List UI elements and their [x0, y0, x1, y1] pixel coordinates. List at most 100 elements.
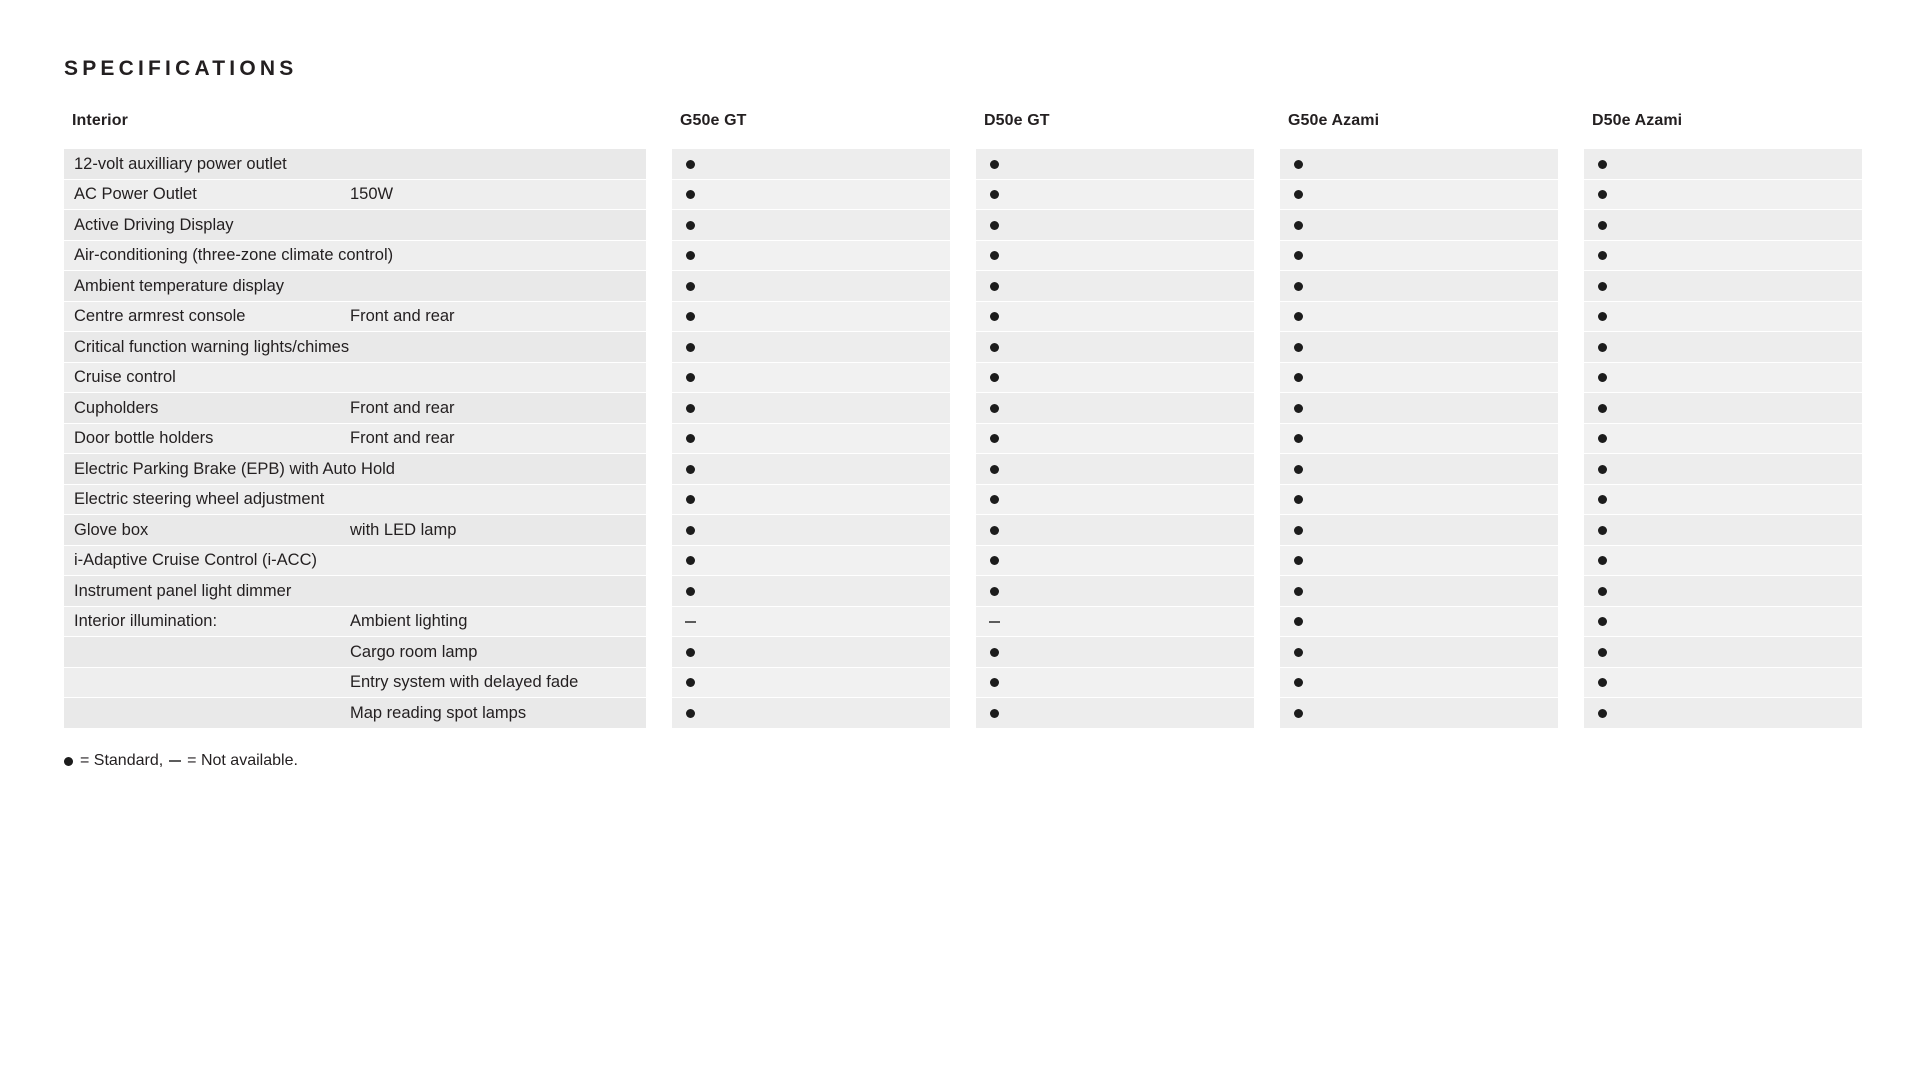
value-cell-d50e-azami — [1584, 240, 1862, 271]
value-marker — [976, 698, 1012, 729]
standard-dot-icon — [685, 678, 695, 688]
value-marker — [672, 485, 708, 516]
value-cell-g50e-gt — [672, 545, 950, 576]
row-feature-label: i-Adaptive Cruise Control (i-ACC) — [74, 551, 317, 570]
standard-dot-icon — [989, 434, 999, 444]
row-feature-label: Cruise control — [74, 368, 176, 387]
standard-dot-icon — [1293, 464, 1303, 474]
standard-dot-icon — [685, 495, 695, 505]
value-cell-g50e-gt — [672, 301, 950, 332]
standard-dot-icon — [1293, 495, 1303, 505]
row-feature-label: Ambient temperature display — [74, 276, 285, 295]
value-marker — [1280, 454, 1316, 485]
value-marker — [672, 180, 708, 211]
value-cell-g50e-azami — [1280, 423, 1558, 454]
value-cell-g50e-gt — [672, 423, 950, 454]
value-marker — [1584, 668, 1620, 699]
column-header-g50e-azami: G50e Azami — [1288, 112, 1380, 129]
value-marker — [1584, 637, 1620, 668]
standard-dot-icon — [1597, 403, 1607, 413]
value-marker — [1584, 515, 1620, 546]
value-cell-d50e-gt — [976, 423, 1254, 454]
value-cell-d50e-gt — [976, 393, 1254, 424]
standard-dot-icon — [989, 373, 999, 383]
value-marker — [672, 271, 708, 302]
standard-dot-icon — [685, 403, 695, 413]
value-cell-d50e-gt — [976, 149, 1254, 180]
standard-dot-icon — [989, 525, 999, 535]
standard-dot-icon — [1293, 617, 1303, 627]
standard-dot-icon — [1293, 525, 1303, 535]
legend: = Standard, = Not available. — [64, 752, 298, 770]
value-marker — [1280, 668, 1316, 699]
value-cell-g50e-gt — [672, 332, 950, 363]
standard-dot-icon — [685, 220, 695, 230]
standard-dot-icon — [1293, 251, 1303, 261]
value-cell-g50e-azami — [1280, 210, 1558, 241]
value-cell-d50e-azami — [1584, 149, 1862, 180]
row-feature-label: Air-conditioning (three-zone climate con… — [74, 246, 394, 265]
legend-standard-dot-icon — [64, 756, 73, 766]
value-marker — [1584, 271, 1620, 302]
standard-dot-icon — [1293, 647, 1303, 657]
row-feature-label: Electric steering wheel adjustment — [74, 490, 325, 509]
value-marker — [1280, 180, 1316, 211]
value-marker — [976, 668, 1012, 699]
value-cell-d50e-azami — [1584, 301, 1862, 332]
value-cell-d50e-azami — [1584, 545, 1862, 576]
value-cell-g50e-gt — [672, 271, 950, 302]
value-marker — [1280, 576, 1316, 607]
row-feature-label: Interior illumination: — [74, 612, 218, 631]
standard-dot-icon — [1597, 312, 1607, 322]
value-cell-g50e-gt — [672, 454, 950, 485]
row-feature-label: Critical function warning lights/chimes — [74, 337, 350, 356]
value-cell-g50e-azami — [1280, 179, 1558, 211]
value-marker — [976, 546, 1012, 577]
value-marker — [1280, 485, 1316, 516]
row-feature-label: Active Driving Display — [74, 215, 234, 234]
value-cell-d50e-azami — [1584, 454, 1862, 485]
standard-dot-icon — [1293, 373, 1303, 383]
value-cell-g50e-gt — [672, 667, 950, 698]
value-marker — [1280, 149, 1316, 180]
value-cell-d50e-gt — [976, 271, 1254, 302]
value-cell-d50e-azami — [1584, 362, 1862, 393]
value-marker — [976, 363, 1012, 394]
standard-dot-icon — [989, 251, 999, 261]
standard-dot-icon — [1597, 464, 1607, 474]
standard-dot-icon — [1597, 434, 1607, 444]
standard-dot-icon — [1293, 403, 1303, 413]
column-header-d50e-gt: D50e GT — [984, 112, 1050, 129]
value-marker — [976, 576, 1012, 607]
value-marker — [1584, 424, 1620, 455]
not-available-dash-icon — [988, 621, 1000, 623]
standard-dot-icon — [1293, 678, 1303, 688]
value-marker — [976, 241, 1012, 272]
value-cell-g50e-gt — [672, 179, 950, 211]
column-gutter-3 — [1558, 149, 1584, 729]
value-marker — [976, 180, 1012, 211]
column-header-d50e-azami: D50e Azami — [1592, 112, 1683, 129]
standard-dot-icon — [989, 281, 999, 291]
standard-dot-icon — [989, 220, 999, 230]
standard-dot-icon — [1293, 556, 1303, 566]
standard-dot-icon — [989, 159, 999, 169]
row-feature-label: Electric Parking Brake (EPB) with Auto H… — [74, 459, 395, 478]
standard-dot-icon — [685, 190, 695, 200]
value-marker — [672, 637, 708, 668]
row-feature-detail: Ambient lighting — [350, 612, 468, 631]
standard-dot-icon — [1293, 190, 1303, 200]
value-cell-d50e-gt — [976, 515, 1254, 546]
legend-not-available-label: = Not available. — [187, 752, 298, 769]
value-cell-d50e-gt — [976, 240, 1254, 272]
value-marker — [976, 332, 1012, 363]
value-marker — [1280, 546, 1316, 577]
standard-dot-icon — [685, 434, 695, 444]
value-cell-d50e-gt — [976, 301, 1254, 332]
value-marker — [1584, 332, 1620, 363]
value-marker — [672, 607, 708, 638]
value-cell-g50e-gt — [672, 393, 950, 424]
value-cell-d50e-azami — [1584, 606, 1862, 637]
standard-dot-icon — [1597, 617, 1607, 627]
value-cell-d50e-gt — [976, 179, 1254, 211]
